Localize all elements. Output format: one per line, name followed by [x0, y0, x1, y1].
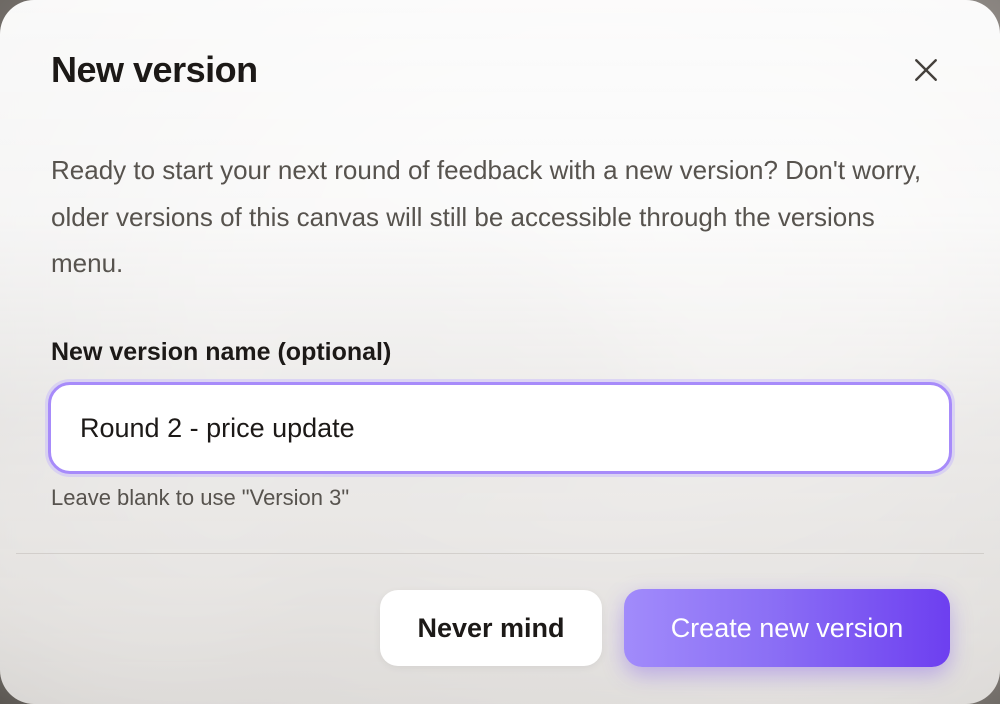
- new-version-dialog: New version Ready to start your next rou…: [0, 0, 1000, 704]
- close-button[interactable]: [904, 50, 948, 90]
- version-name-hint: Leave blank to use "Version 3": [51, 485, 350, 510]
- dialog-title: New version: [51, 49, 258, 90]
- create-new-version-button[interactable]: Create new version: [624, 589, 950, 667]
- close-icon: [915, 59, 937, 81]
- footer-divider: [16, 553, 984, 554]
- version-name-field: [48, 382, 952, 474]
- version-name-label: New version name (optional): [51, 338, 392, 366]
- never-mind-button[interactable]: Never mind: [380, 590, 602, 666]
- version-name-input[interactable]: [51, 385, 949, 471]
- dialog-description: Ready to start your next round of feedba…: [51, 155, 922, 278]
